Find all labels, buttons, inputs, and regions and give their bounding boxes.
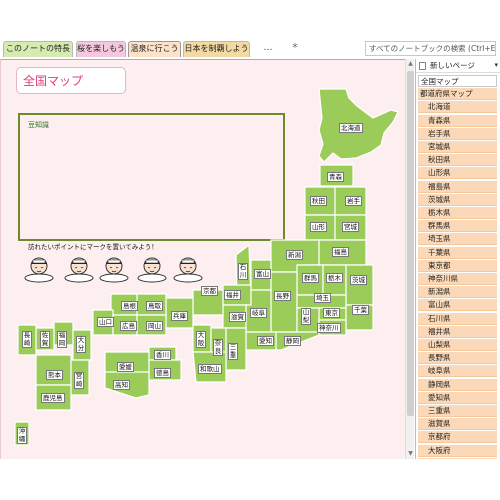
- scrollbar-thumb[interactable]: [407, 71, 414, 416]
- page-list-item[interactable]: 宮城県: [418, 141, 497, 153]
- label-tottori: 鳥取: [146, 301, 163, 311]
- page-list-item[interactable]: 長野県: [418, 352, 497, 365]
- page-list-item[interactable]: 秋田県: [418, 154, 497, 167]
- label-ehime: 愛媛: [117, 362, 134, 372]
- label-chiba: 千葉: [352, 305, 369, 315]
- label-shiga: 滋賀: [229, 312, 246, 322]
- page-list-item[interactable]: 石川県: [418, 312, 497, 325]
- label-yamaguchi: 山口: [97, 317, 114, 327]
- new-page-label: 新しいページ: [430, 61, 475, 70]
- scroll-down-icon[interactable]: ▼: [406, 449, 415, 459]
- page-list-item[interactable]: 京都府: [418, 431, 497, 444]
- tab-sakura[interactable]: 桜を楽しもう: [76, 41, 126, 57]
- onenote-window: このノートの特長 桜を楽しもう 温泉に行こう 日本を制覇しよう … * すべての…: [0, 0, 500, 500]
- page-list-item[interactable]: 静岡県: [418, 378, 497, 391]
- more-tabs-icon[interactable]: …: [260, 42, 276, 56]
- page-list-item[interactable]: 愛知県: [418, 391, 497, 404]
- label-hiroshima: 広島: [120, 321, 137, 331]
- label-toyama: 富山: [254, 269, 271, 279]
- page-list-item[interactable]: 福井県: [418, 325, 497, 338]
- label-kumamoto: 熊本: [46, 370, 63, 380]
- label-nagasaki: 長崎: [22, 331, 32, 348]
- page-list-item[interactable]: 滋賀県: [418, 418, 497, 431]
- label-wakayama: 和歌山: [198, 364, 222, 374]
- scroll-up-icon[interactable]: ▲: [406, 59, 415, 69]
- page-list-item[interactable]: 新潟県: [418, 286, 497, 299]
- label-okinawa: 沖縄: [17, 427, 27, 444]
- label-fukuoka: 福岡: [57, 331, 67, 348]
- label-gifu: 岐阜: [250, 308, 267, 318]
- page-list-item[interactable]: 青森県: [418, 114, 497, 127]
- label-kanagawa: 神奈川: [317, 323, 341, 333]
- page-list-item[interactable]: 富山県: [418, 299, 497, 312]
- page-list-item[interactable]: 大阪府: [418, 444, 497, 457]
- label-fukui: 福井: [224, 290, 241, 300]
- label-tokyo: 東京: [323, 308, 340, 318]
- label-shimane: 島根: [121, 301, 138, 311]
- label-oita: 大分: [76, 336, 86, 353]
- label-kagawa: 香川: [154, 350, 171, 360]
- label-kochi: 高知: [113, 380, 130, 390]
- page-canvas[interactable]: 全国マップ 豆知識 訪れたいポイントにマークを置いてみよう！ 北海道 青森 秋田…: [0, 59, 413, 459]
- page-list-item[interactable]: 群馬県: [418, 220, 497, 233]
- label-nara: 奈良: [213, 339, 223, 356]
- page-list-item[interactable]: 岐阜県: [418, 365, 497, 378]
- page-list-item[interactable]: 全国マップ: [418, 75, 497, 87]
- label-kagoshima: 鹿児島: [41, 393, 65, 403]
- page-list-item[interactable]: 神奈川県: [418, 273, 497, 285]
- label-miyagi: 宮城: [342, 222, 359, 232]
- label-ibaraki: 茨城: [350, 275, 367, 285]
- label-ishikawa: 石川: [238, 263, 248, 280]
- page-list-item[interactable]: 山梨県: [418, 339, 497, 351]
- page-list-item[interactable]: 埼玉県: [418, 233, 497, 246]
- status-area: [0, 459, 500, 500]
- label-yamanashi: 山梨: [301, 308, 311, 325]
- page-list-item[interactable]: 東京都: [418, 259, 497, 272]
- page-list-pane: 新しいページ ▾ 全国マップ 都道府県マップ 北海道 青森県 岩手県 宮城県 秋田県 山形県福…: [415, 59, 500, 470]
- page-list-item[interactable]: 茨城県: [418, 193, 497, 206]
- label-yamagata: 山形: [310, 222, 327, 232]
- label-tochigi: 栃木: [326, 273, 343, 283]
- chevron-down-icon[interactable]: ▾: [494, 59, 498, 72]
- prefecture-nagano[interactable]: [270, 271, 298, 333]
- label-aomori: 青森: [327, 172, 344, 182]
- add-section-icon[interactable]: *: [287, 42, 303, 56]
- label-tokushima: 徳島: [154, 368, 171, 378]
- label-aichi: 愛知: [257, 336, 274, 346]
- label-shizuoka: 静岡: [284, 336, 301, 346]
- page-list-item[interactable]: 福島県: [418, 180, 497, 193]
- search-input[interactable]: すべてのノートブックの検索 (Ctrl+E): [365, 41, 496, 56]
- new-page-button[interactable]: 新しいページ ▾: [416, 59, 500, 73]
- tab-features[interactable]: このノートの特長: [3, 41, 73, 57]
- label-saga: 佐賀: [40, 331, 50, 348]
- label-gunma: 群馬: [302, 273, 319, 283]
- label-miyazaki: 宮崎: [74, 372, 84, 389]
- page-list-item[interactable]: 岩手県: [418, 127, 497, 140]
- label-saitama: 埼玉: [314, 293, 331, 303]
- page-list-item[interactable]: 千葉県: [418, 246, 497, 259]
- page-list-item[interactable]: 北海道: [418, 101, 497, 114]
- tab-onsen[interactable]: 温泉に行こう: [128, 41, 181, 57]
- page-list-item[interactable]: 栃木県: [418, 207, 497, 219]
- label-hyogo: 兵庫: [171, 311, 188, 321]
- page-list-item[interactable]: 三重県: [418, 405, 497, 417]
- page-list-item[interactable]: 都道府県マップ: [418, 88, 497, 101]
- page-list-item[interactable]: 山形県: [418, 167, 497, 180]
- tab-conquer-japan[interactable]: 日本を制覇しよう: [183, 41, 250, 57]
- label-fukushima: 福島: [332, 247, 349, 257]
- label-osaka: 大阪: [196, 331, 206, 348]
- label-mie: 三重: [228, 343, 238, 360]
- label-kyoto: 京都: [201, 286, 218, 296]
- label-akita: 秋田: [310, 196, 327, 206]
- prefecture-ibaraki[interactable]: [345, 264, 374, 306]
- label-okayama: 岡山: [146, 321, 163, 331]
- label-hokkaido: 北海道: [339, 123, 363, 133]
- page-scrollbar[interactable]: ▲ ▼: [405, 59, 414, 459]
- label-niigata: 新潟: [286, 250, 303, 260]
- label-iwate: 岩手: [345, 196, 362, 206]
- new-page-icon: [419, 62, 426, 70]
- label-nagano: 長野: [274, 291, 291, 301]
